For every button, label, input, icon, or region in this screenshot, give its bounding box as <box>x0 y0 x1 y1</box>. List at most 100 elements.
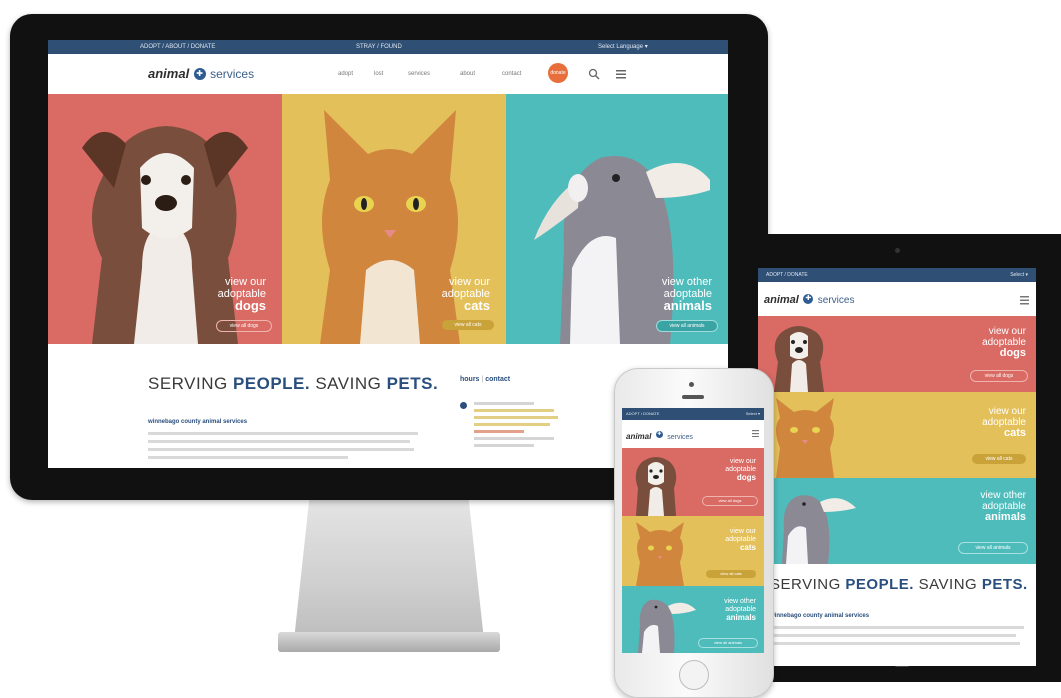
tablet-dog-photo <box>774 326 824 392</box>
tablet-hero-cats[interactable]: view our adoptable cats view all cats <box>758 392 1036 478</box>
phone-menu-icon[interactable] <box>752 430 759 437</box>
hours-contact-header: hours | contact <box>460 376 510 383</box>
hero-panel-dogs[interactable]: view our adoptable dogs view all dogs <box>48 94 282 344</box>
tablet-cats-line1: view our <box>988 406 1026 417</box>
nav-about[interactable]: about <box>460 71 475 77</box>
phone-screen: ADOPT / DONATE Select ▾ animal ✚ service… <box>622 408 764 653</box>
phone-camera <box>689 382 694 387</box>
tablet-menu-icon[interactable] <box>1020 296 1029 305</box>
tablet-logo[interactable]: animal ✚ services <box>764 290 854 308</box>
tablet-top-strip: ADOPT / DONATE Select ▾ <box>758 268 1036 282</box>
tablet-animals-line1: view other <box>980 490 1026 501</box>
phone-view-all-cats-button[interactable]: view all cats <box>706 570 756 578</box>
location-pin-icon <box>460 402 467 409</box>
phone-dogs-line1: view our <box>729 458 756 465</box>
phone-dogs-caption: view our adoptable dogs <box>725 458 756 482</box>
phone-dog-photo <box>635 457 677 516</box>
tablet-animals-pet: animals <box>985 511 1026 523</box>
hero-panel-cats[interactable]: view our adoptable cats view all cats <box>282 94 506 344</box>
tablet-view-all-animals-button[interactable]: view all animals <box>958 542 1028 554</box>
phone-speaker <box>682 395 704 399</box>
dogs-caption-pet: dogs <box>234 298 266 313</box>
language-select[interactable]: Select Language ▾ <box>598 40 648 54</box>
phone-view-all-dogs-button[interactable]: view all dogs <box>702 496 758 506</box>
tablet-dogs-pet: dogs <box>999 347 1026 359</box>
monitor-stand-neck <box>294 500 484 640</box>
nav-adopt[interactable]: adopt <box>338 71 353 77</box>
tablet-hero-dogs[interactable]: view our adoptable dogs view all dogs <box>758 316 1036 392</box>
phone-animals-pet: animals <box>726 613 756 622</box>
phone-logo-word-animal: animal <box>626 432 652 441</box>
top-strip-left-text[interactable]: ADOPT / ABOUT / DONATE <box>140 40 215 54</box>
tablet-cats-pet: cats <box>1003 427 1026 439</box>
phone-hero-cats[interactable]: view our adoptable cats view all cats <box>622 516 764 586</box>
hero-panel-animals[interactable]: view other adoptable animals view all an… <box>506 94 728 344</box>
top-strip-center-text[interactable]: STRAY / FOUND <box>356 40 402 54</box>
view-all-animals-button[interactable]: view all animals <box>656 320 718 332</box>
tablet-view-all-dogs-button[interactable]: view all dogs <box>970 370 1028 382</box>
heading-pets: PETS. <box>386 374 439 393</box>
nav-services[interactable]: services <box>408 71 430 77</box>
tablet-intro-org-name[interactable]: winnebago county animal services <box>770 613 869 619</box>
heading-saving: SAVING <box>310 374 387 393</box>
animals-caption-line1: view other <box>661 276 712 288</box>
phone-top-strip-left[interactable]: ADOPT / DONATE <box>626 408 659 420</box>
tablet-view-all-cats-button[interactable]: view all cats <box>972 454 1026 464</box>
contact-tab[interactable]: contact <box>485 376 510 383</box>
phone-language-select[interactable]: Select ▾ <box>746 408 760 420</box>
hours-list <box>474 402 564 447</box>
tablet-logo-word-animal: animal <box>764 294 799 306</box>
phone-cat-photo <box>636 522 684 586</box>
view-all-dogs-button[interactable]: view all dogs <box>216 320 272 332</box>
view-all-cats-button[interactable]: view all cats <box>442 320 494 330</box>
tablet-dogs-caption: view our adoptable dogs <box>982 326 1026 359</box>
tablet-heading-pets: PETS. <box>981 576 1028 593</box>
hours-tab[interactable]: hours <box>460 376 479 383</box>
animals-caption: view other adoptable animals <box>662 276 712 312</box>
menu-icon[interactable] <box>616 69 626 79</box>
phone-animals-caption: view other adoptable animals <box>724 598 756 622</box>
phone-dogs-line2: adoptable <box>725 466 756 473</box>
phone-hero-animals[interactable]: view other adoptable animals view all an… <box>622 586 764 653</box>
phone-home-button[interactable] <box>679 660 709 690</box>
heading-serving: SERVING <box>148 374 233 393</box>
phone-animals-line2: adoptable <box>725 606 756 613</box>
tablet-rabbit-photo <box>782 495 856 564</box>
tablet-heading-people: PEOPLE. <box>845 576 914 593</box>
phone-cats-caption: view our adoptable cats <box>725 528 756 552</box>
desktop-intro: winnebago county animal services <box>148 410 418 468</box>
phone-hero-dogs[interactable]: view our adoptable dogs view all dogs <box>622 448 764 516</box>
phone-logo[interactable]: animal ✚ services <box>626 426 693 444</box>
tablet-language-select[interactable]: Select ▾ <box>1010 268 1028 282</box>
dogs-caption: view our adoptable dogs <box>218 276 266 312</box>
phone-logo-paw-icon: ✚ <box>655 431 663 439</box>
tablet-camera <box>895 248 900 253</box>
intro-org-name[interactable]: winnebago county animal services <box>148 419 247 425</box>
tablet-cats-caption: view our adoptable cats <box>982 406 1026 439</box>
tablet-dogs-line1: view our <box>988 326 1026 337</box>
search-icon[interactable] <box>588 68 600 80</box>
cats-caption: view our adoptable cats <box>442 276 490 312</box>
tablet-logo-paw-icon: ✚ <box>803 293 814 304</box>
tablet-hero-animals[interactable]: view other adoptable animals view all an… <box>758 478 1036 564</box>
heading-people: PEOPLE. <box>232 374 311 393</box>
tablet-animals-caption: view other adoptable animals <box>980 490 1026 523</box>
phone-dogs-pet: dogs <box>736 473 756 482</box>
site-logo[interactable]: animal ✚ services <box>148 65 254 83</box>
desktop-navbar: animal ✚ services adopt lost services ab… <box>48 54 728 95</box>
donate-button[interactable]: donate <box>548 63 568 83</box>
phone-top-strip: ADOPT / DONATE Select ▾ <box>622 408 764 420</box>
logo-word-services: services <box>210 67 255 81</box>
nav-contact[interactable]: contact <box>502 71 521 77</box>
dogs-caption-line1: view our <box>225 276 266 288</box>
phone-view-all-animals-button[interactable]: view all animals <box>698 638 758 648</box>
tablet-top-strip-left[interactable]: ADOPT / DONATE <box>766 268 808 282</box>
nav-lost[interactable]: lost <box>374 71 383 77</box>
tablet-heading-saving: SAVING <box>913 576 982 593</box>
tablet-logo-word-services: services <box>817 295 855 306</box>
phone-cats-pet: cats <box>739 543 756 552</box>
tablet-screen: ADOPT / DONATE Select ▾ animal ✚ service… <box>758 268 1036 666</box>
tablet-intro: winnebago county animal services <box>770 604 1024 645</box>
cats-caption-pet: cats <box>463 298 490 313</box>
monitor-stand-base <box>278 632 500 652</box>
